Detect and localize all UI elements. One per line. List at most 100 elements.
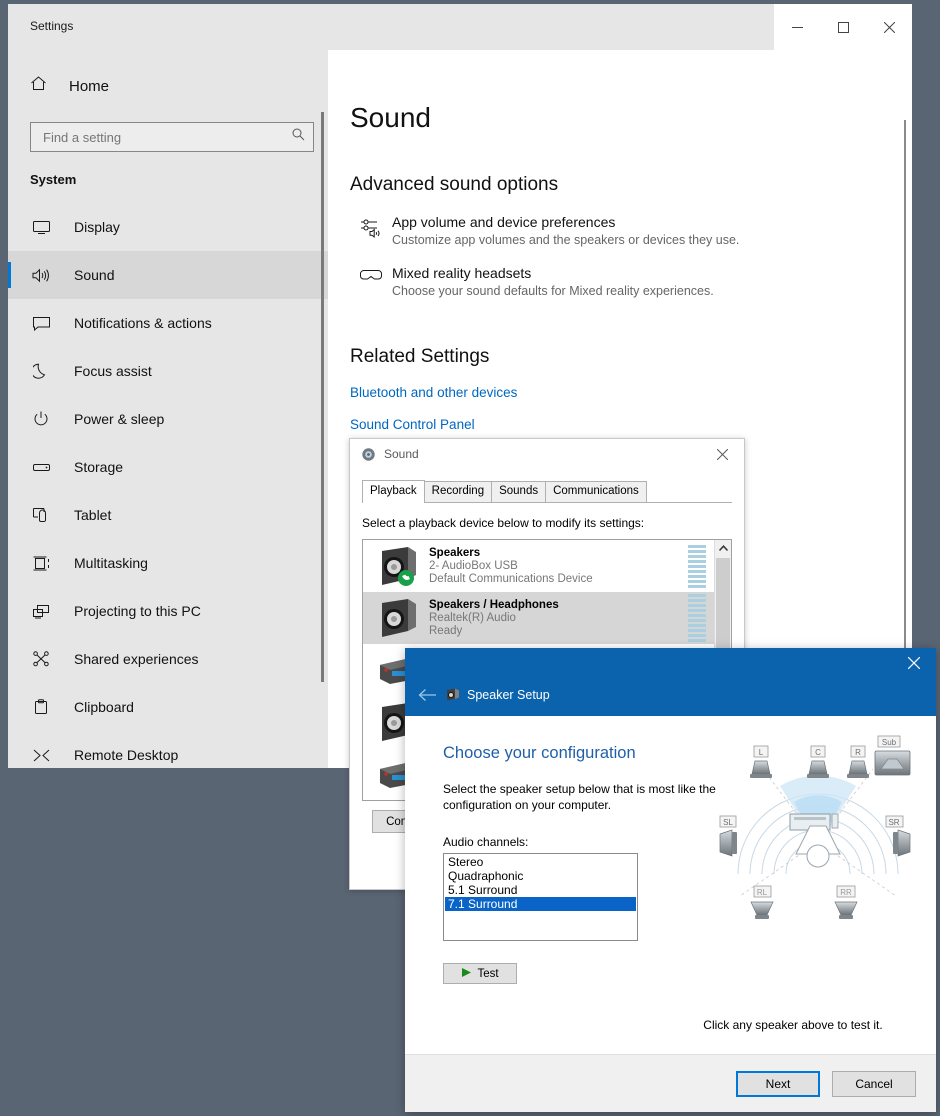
channel-option-7-1-surround[interactable]: 7.1 Surround: [445, 897, 636, 911]
settings-sidebar: Home System Display: [8, 50, 328, 768]
related-settings-header: Related Settings: [350, 346, 490, 367]
speaker-rear-right: RR: [834, 885, 858, 919]
monitor-icon: [30, 220, 52, 235]
power-icon: [30, 411, 52, 427]
svg-text:SL: SL: [723, 818, 733, 827]
speaker-device-icon: [373, 597, 423, 639]
sidebar-item-label: Notifications & actions: [74, 315, 212, 331]
device-name: Speakers: [429, 547, 481, 559]
sidebar-item-label: Multitasking: [74, 555, 148, 571]
sidebar-item-multitasking[interactable]: Multitasking: [8, 539, 328, 587]
cancel-button[interactable]: Cancel: [832, 1070, 916, 1097]
search-input[interactable]: [41, 128, 292, 146]
tab-playback[interactable]: Playback: [362, 480, 425, 503]
svg-text:Sub: Sub: [882, 738, 897, 747]
sidebar-item-label: Clipboard: [74, 699, 134, 715]
sidebar-nav-list: Display Sound Notifications & actions Fo…: [8, 203, 328, 768]
sound-dialog-titlebar: Sound: [350, 439, 744, 469]
sidebar-item-tablet[interactable]: Tablet: [8, 491, 328, 539]
speaker-setup-close-button[interactable]: [892, 648, 936, 678]
tab-communications[interactable]: Communications: [545, 481, 647, 502]
sidebar-item-projecting[interactable]: Projecting to this PC: [8, 587, 328, 635]
channel-option-stereo[interactable]: Stereo: [445, 855, 636, 869]
speaker-setup-titlebar: Speaker Setup: [405, 648, 936, 716]
settings-window-title: Settings: [30, 19, 74, 33]
test-button[interactable]: Test: [443, 963, 517, 984]
scroll-up-arrow-icon[interactable]: [715, 540, 731, 557]
audio-channels-listbox[interactable]: Stereo Quadraphonic 5.1 Surround 7.1 Sur…: [443, 853, 638, 941]
speaker-setup-body: Choose your configuration Select the spe…: [405, 716, 936, 1054]
sidebar-item-notifications[interactable]: Notifications & actions: [8, 299, 328, 347]
device-name: Speakers / Headphones: [429, 599, 559, 611]
svg-text:R: R: [855, 748, 861, 757]
device-row[interactable]: Speakers / Headphones Realtek(R) Audio R…: [363, 592, 714, 644]
sidebar-item-remote-desktop[interactable]: Remote Desktop: [8, 731, 328, 768]
page-title: Sound: [350, 102, 431, 133]
search-box[interactable]: [30, 122, 314, 152]
device-status: Default Communications Device: [429, 573, 593, 585]
sidebar-item-label: Sound: [74, 267, 115, 283]
related-link-sound-control-panel[interactable]: Sound Control Panel: [350, 417, 912, 432]
tab-sounds[interactable]: Sounds: [491, 481, 547, 502]
volume-icon: [30, 268, 52, 283]
maximize-button[interactable]: [820, 4, 866, 50]
volume-meter: [688, 594, 706, 642]
sidebar-item-focus-assist[interactable]: Focus assist: [8, 347, 328, 395]
channel-option-quadraphonic[interactable]: Quadraphonic: [445, 869, 636, 883]
share-icon: [30, 651, 52, 667]
svg-text:RL: RL: [757, 888, 768, 897]
speaker-setup-icon: [446, 688, 460, 705]
sidebar-section-header: System: [30, 172, 77, 187]
advanced-option-subtitle: Customize app volumes and the speakers o…: [392, 233, 740, 247]
speaker-front-center: C: [807, 745, 829, 778]
remote-desktop-icon: [30, 748, 52, 763]
tab-recording[interactable]: Recording: [423, 481, 493, 502]
svg-text:SR: SR: [888, 818, 899, 827]
speaker-side-right: SR: [885, 815, 911, 857]
next-button[interactable]: Next: [736, 1070, 820, 1097]
sound-dialog-close-button[interactable]: [700, 439, 744, 469]
device-row[interactable]: Speakers 2- AudioBox USB Default Communi…: [363, 540, 714, 592]
speaker-front-left: L: [750, 745, 772, 778]
sidebar-item-display[interactable]: Display: [8, 203, 328, 251]
sidebar-item-sound[interactable]: Sound: [8, 251, 328, 299]
project-icon: [30, 604, 52, 619]
svg-text:L: L: [759, 748, 764, 757]
advanced-option-title: App volume and device preferences: [392, 214, 616, 230]
sidebar-item-home[interactable]: Home: [8, 66, 328, 106]
main-scrollbar[interactable]: [904, 120, 906, 700]
sidebar-item-label: Shared experiences: [74, 651, 199, 667]
sidebar-scrollbar[interactable]: [321, 112, 324, 682]
sidebar-item-shared-experiences[interactable]: Shared experiences: [8, 635, 328, 683]
sidebar-item-label: Storage: [74, 459, 124, 475]
home-label: Home: [69, 77, 110, 95]
sidebar-item-label: Projecting to this PC: [74, 603, 201, 619]
related-link-bluetooth[interactable]: Bluetooth and other devices: [350, 385, 912, 400]
sidebar-item-power-sleep[interactable]: Power & sleep: [8, 395, 328, 443]
test-button-label: Test: [477, 967, 499, 980]
advanced-option-mixed-reality[interactable]: Mixed reality headsets Choose your sound…: [350, 265, 912, 298]
channel-option-5-1-surround[interactable]: 5.1 Surround: [445, 883, 636, 897]
minimize-button[interactable]: [774, 4, 820, 50]
speaker-side-left: SL: [719, 815, 737, 857]
back-arrow-icon[interactable]: [413, 681, 441, 709]
device-subtitle: 2- AudioBox USB: [429, 560, 518, 572]
playback-instruction: Select a playback device below to modify…: [362, 516, 645, 530]
speaker-layout-diagram[interactable]: L C R Sub SL SR RL RR: [718, 734, 918, 929]
speaker-setup-title: Speaker Setup: [467, 688, 550, 702]
speaker-subwoofer: Sub: [874, 735, 911, 776]
advanced-option-subtitle: Choose your sound defaults for Mixed rea…: [392, 284, 714, 298]
close-button[interactable]: [866, 4, 912, 50]
sidebar-item-clipboard[interactable]: Clipboard: [8, 683, 328, 731]
advanced-sound-options-header: Advanced sound options: [350, 174, 559, 195]
volume-meter: [688, 544, 706, 588]
device-status: Ready: [429, 625, 463, 637]
svg-text:RR: RR: [840, 888, 852, 897]
sidebar-item-storage[interactable]: Storage: [8, 443, 328, 491]
vr-headset-icon: [350, 265, 392, 298]
diagram-hint-text: Click any speaker above to test it.: [703, 1018, 883, 1032]
speaker-setup-footer: Next Cancel: [405, 1054, 936, 1112]
advanced-option-app-volume[interactable]: App volume and device preferences Custom…: [350, 214, 912, 247]
clipboard-icon: [30, 699, 52, 715]
speaker-rear-left: RL: [750, 885, 774, 919]
